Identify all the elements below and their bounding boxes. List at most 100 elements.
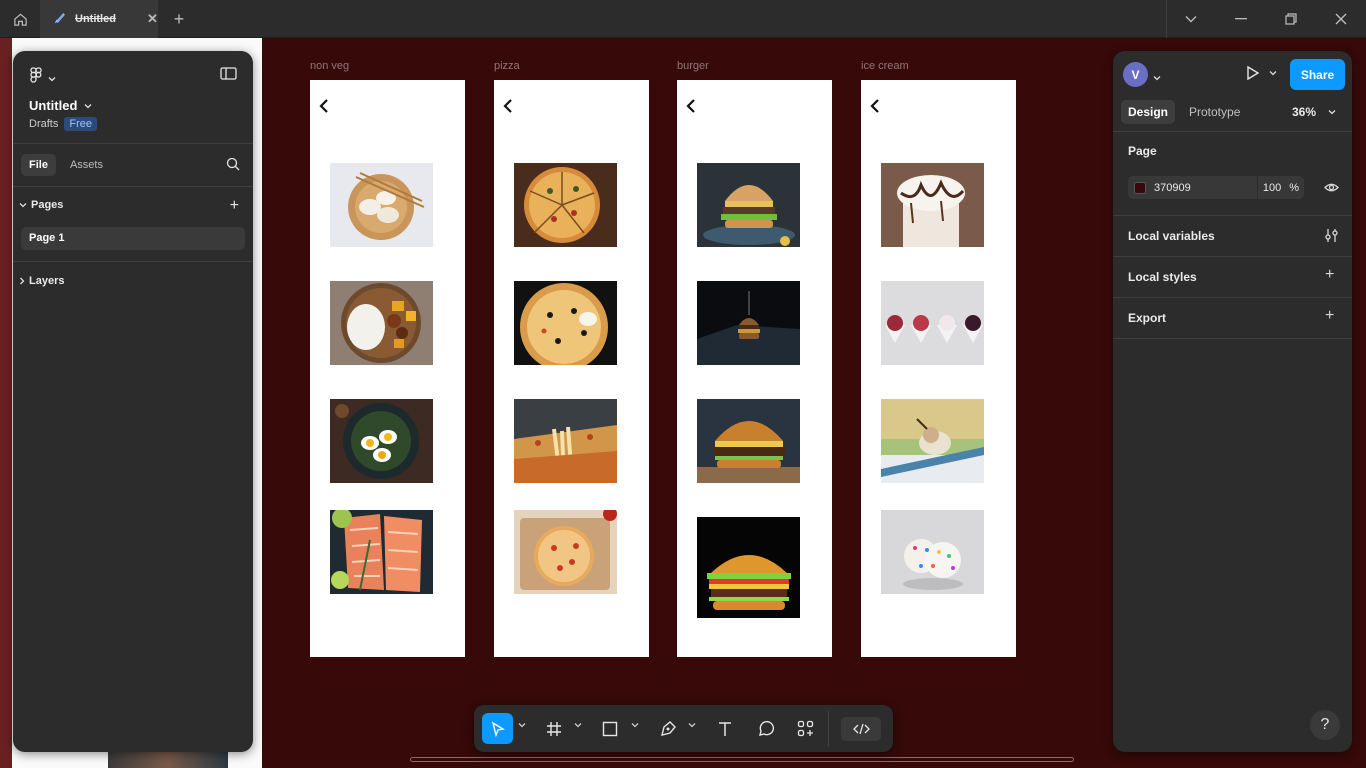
chevron-down-icon <box>1269 71 1277 76</box>
plan-badge[interactable]: Free <box>64 117 97 131</box>
chevron-down-icon <box>1328 110 1336 115</box>
add-page-button[interactable]: + <box>230 197 239 215</box>
back-arrow-icon[interactable] <box>685 98 697 114</box>
frame-label-non-veg[interactable]: non veg <box>310 60 349 72</box>
divider <box>1113 297 1352 298</box>
search-icon[interactable] <box>226 157 240 176</box>
right-panel: V Share Design Prototype 36% Page 370909… <box>1113 51 1352 752</box>
file-location: Drafts Free <box>29 117 97 131</box>
tab-assets[interactable]: Assets <box>62 154 111 176</box>
chevron-right-icon <box>20 277 25 285</box>
comment-tool-icon[interactable] <box>751 713 779 744</box>
chevron-down-icon[interactable] <box>631 722 639 728</box>
close-tab-icon[interactable]: ✕ <box>147 11 158 27</box>
image-pizza-cheese-pull[interactable] <box>514 399 617 483</box>
horizontal-scrollbar[interactable] <box>410 757 1074 762</box>
back-arrow-icon[interactable] <box>869 98 881 114</box>
image-pizza-board[interactable] <box>514 510 617 594</box>
page-color-swatch[interactable] <box>1134 181 1146 194</box>
eye-icon[interactable] <box>1324 180 1339 198</box>
tab-prototype[interactable]: Prototype <box>1182 100 1247 124</box>
drafts-label[interactable]: Drafts <box>29 118 58 130</box>
chevron-down-icon[interactable] <box>518 722 526 728</box>
page-color-field[interactable]: 370909 <box>1128 176 1257 199</box>
page-item-page-1[interactable]: Page 1 <box>21 227 245 250</box>
left-panel-tabs: File Assets <box>21 154 111 176</box>
tab-title: Untitled <box>75 13 116 25</box>
image-sundae-chocolate[interactable] <box>881 163 984 247</box>
image-burger-plate[interactable] <box>697 163 800 247</box>
image-burger-dark[interactable] <box>697 281 800 365</box>
plus-icon[interactable]: + <box>1325 307 1334 325</box>
chevron-down-icon[interactable] <box>574 722 582 728</box>
page-section-title: Page <box>1128 144 1157 158</box>
chevron-down-icon <box>84 103 92 108</box>
present-button[interactable] <box>1246 65 1277 81</box>
image-rice-bowl[interactable] <box>330 281 433 365</box>
dev-mode-toggle-icon[interactable] <box>841 717 881 741</box>
divider <box>1113 131 1352 132</box>
actions-tool-icon[interactable] <box>791 713 819 744</box>
image-pizza-slices[interactable] <box>514 163 617 247</box>
share-button[interactable]: Share <box>1290 59 1345 90</box>
close-window-icon[interactable] <box>1316 0 1366 38</box>
export-label[interactable]: Export <box>1128 311 1166 325</box>
image-burger-black-bg[interactable] <box>697 517 800 618</box>
image-ice-cream-window[interactable] <box>881 399 984 483</box>
rectangle-tool-icon[interactable] <box>596 713 624 744</box>
file-name[interactable]: Untitled <box>29 98 92 113</box>
sidebar-toggle-icon[interactable] <box>220 67 237 85</box>
image-sprinkle-scoops[interactable] <box>881 510 984 594</box>
file-name-text: Untitled <box>29 98 78 113</box>
back-arrow-icon[interactable] <box>318 98 330 114</box>
image-dumplings[interactable] <box>330 163 433 247</box>
image-ice-cream-cups[interactable] <box>881 281 984 365</box>
image-salmon[interactable] <box>330 510 433 594</box>
title-bar: Untitled ✕ + <box>0 0 1366 38</box>
frame-label-burger[interactable]: burger <box>677 60 709 72</box>
zoom-control[interactable]: 36% <box>1292 105 1336 119</box>
tab-file[interactable]: File <box>21 154 56 176</box>
pages-label: Pages <box>31 199 64 211</box>
frame-label-ice-cream[interactable]: ice cream <box>861 60 909 72</box>
divider <box>1113 256 1352 257</box>
figma-file-icon <box>54 11 67 27</box>
pen-tool-icon[interactable] <box>654 713 682 744</box>
pages-section-header[interactable]: Pages <box>19 199 63 211</box>
file-tab[interactable]: Untitled ✕ <box>40 0 158 38</box>
new-tab-button[interactable]: + <box>168 0 190 38</box>
frame-tool-icon[interactable] <box>540 713 568 744</box>
local-styles-label[interactable]: Local styles <box>1128 270 1197 284</box>
percent-symbol: % <box>1289 181 1299 194</box>
chevron-down-icon[interactable] <box>1153 68 1161 86</box>
avatar[interactable]: V <box>1123 62 1148 87</box>
figma-logo-icon <box>29 67 43 88</box>
page-opacity-field[interactable]: 100 % <box>1258 176 1304 199</box>
frame-non-veg[interactable] <box>310 80 465 657</box>
page-color-value: 370909 <box>1154 181 1191 194</box>
image-burger-classic[interactable] <box>697 399 800 483</box>
divider <box>13 186 253 187</box>
main-menu-button[interactable] <box>29 67 56 88</box>
plus-icon[interactable]: + <box>1325 266 1334 284</box>
frame-ice-cream[interactable] <box>861 80 1016 657</box>
restore-icon[interactable] <box>1266 0 1316 38</box>
chevron-down-icon[interactable] <box>688 722 696 728</box>
chevron-down-icon[interactable] <box>1166 0 1216 38</box>
frame-label-pizza[interactable]: pizza <box>494 60 520 72</box>
layers-section-header[interactable]: Layers <box>19 275 64 287</box>
frame-burger[interactable] <box>677 80 832 657</box>
sliders-icon[interactable] <box>1325 228 1338 248</box>
tab-design[interactable]: Design <box>1121 100 1176 124</box>
play-icon <box>1247 65 1260 81</box>
back-arrow-icon[interactable] <box>502 98 514 114</box>
frame-pizza[interactable] <box>494 80 649 657</box>
help-button[interactable]: ? <box>1310 710 1340 740</box>
home-icon[interactable] <box>0 0 40 38</box>
image-pizza-olive[interactable] <box>514 281 617 365</box>
move-tool-icon[interactable] <box>482 713 513 744</box>
image-egg-salad[interactable] <box>330 399 433 483</box>
text-tool-icon[interactable] <box>711 713 739 744</box>
local-variables-label[interactable]: Local variables <box>1128 229 1215 243</box>
minimize-icon[interactable] <box>1216 0 1266 38</box>
